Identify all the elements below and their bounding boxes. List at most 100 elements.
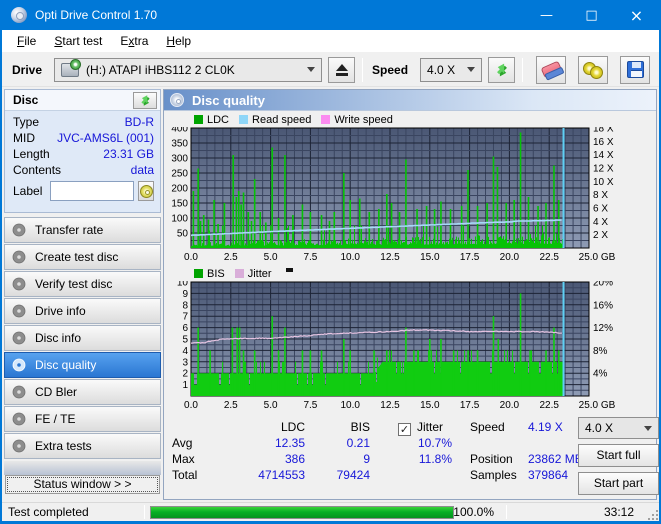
disc-label-input[interactable] xyxy=(50,181,135,201)
svg-text:5.0: 5.0 xyxy=(264,252,278,263)
disc-row-length: Length 23.31 GB xyxy=(13,146,154,162)
svg-text:1: 1 xyxy=(182,380,188,391)
menu-bar: File Start test Extra Help xyxy=(2,30,659,53)
speed-label: Speed xyxy=(372,62,409,77)
sidebar-item-drive-info[interactable]: Drive info xyxy=(4,298,161,324)
disc-row-contents: Contents data xyxy=(13,162,154,178)
svg-text:10.0: 10.0 xyxy=(340,252,360,263)
label-field-label: Label xyxy=(13,184,43,198)
svg-text:22.5: 22.5 xyxy=(539,252,559,263)
jitter-header: ✓ Jitter xyxy=(398,420,443,436)
sidebar-item-label: Create test disc xyxy=(35,250,119,264)
sidebar-item-label: CD Bler xyxy=(35,385,78,399)
jitter-checkbox[interactable]: ✓ xyxy=(398,423,411,436)
svg-text:300: 300 xyxy=(171,154,188,165)
panel-header: Disc quality xyxy=(164,90,656,111)
svg-text:4: 4 xyxy=(182,346,188,357)
stat-jitter-value: 10.7% xyxy=(417,436,452,450)
close-button[interactable]: × xyxy=(614,0,659,30)
sidebar-item-label: Disc quality xyxy=(35,358,97,372)
menu-item-file[interactable]: File xyxy=(8,31,45,51)
svg-text:20%: 20% xyxy=(593,281,613,289)
svg-text:8%: 8% xyxy=(593,346,608,357)
stat-bis-value: 79424 xyxy=(336,468,370,482)
save-button[interactable] xyxy=(620,55,651,84)
speed-select[interactable]: 4.0 X xyxy=(420,57,483,82)
toolbar: Drive (H:) ATAPI iHBS112 2 CL0K Speed 4.… xyxy=(2,53,659,87)
menu-item-start-test[interactable]: Start test xyxy=(45,31,111,51)
disc-row-mid: MID JVC-AMS6L (001) xyxy=(13,130,154,146)
menu-item-help[interactable]: Help xyxy=(157,31,200,51)
write-label-button[interactable] xyxy=(138,181,154,201)
disc-info-panel: Disc Type BD-R MID JVC-AMS6L (001) Length 23.… xyxy=(4,89,161,213)
drive-label: Drive xyxy=(12,62,43,77)
start-part-button[interactable]: Start part xyxy=(578,472,659,495)
drive-select[interactable]: (H:) ATAPI iHBS112 2 CL0K xyxy=(54,57,323,82)
disc-icon xyxy=(12,412,26,426)
stat-jitter-value: 11.8% xyxy=(418,452,452,466)
sidebar-item-disc-quality[interactable]: Disc quality xyxy=(4,352,161,378)
disc-row-value: 23.31 GB xyxy=(103,147,154,161)
sidebar: Disc Type BD-R MID JVC-AMS6L (001) Length 23.… xyxy=(2,87,162,502)
disc-row-label: MID xyxy=(13,131,35,145)
eject-icon xyxy=(335,63,348,76)
app-disc-icon xyxy=(11,7,27,23)
svg-text:6: 6 xyxy=(182,323,188,334)
statusbar-divider xyxy=(144,505,145,519)
disc-icon xyxy=(12,250,26,264)
sidebar-item-create-test-disc[interactable]: Create test disc xyxy=(4,244,161,270)
disc-row-label: Contents xyxy=(13,163,62,177)
ldc-legend-swatch xyxy=(194,115,203,124)
sidebar-item-fe-te[interactable]: FE / TE xyxy=(4,406,161,432)
refresh-button[interactable] xyxy=(488,56,516,83)
sidebar-spacer xyxy=(4,461,161,475)
svg-text:22.5: 22.5 xyxy=(539,400,559,411)
save-icon xyxy=(626,61,644,78)
chevron-down-icon xyxy=(644,425,652,431)
batch-test-button[interactable] xyxy=(578,55,609,84)
svg-text:7: 7 xyxy=(182,312,188,323)
disc-refresh-button[interactable] xyxy=(133,91,157,109)
statusbar-divider xyxy=(506,505,507,519)
progress-percent: 100.0% xyxy=(453,505,494,519)
info-value-speed: 4.19 X xyxy=(528,420,563,434)
elapsed-time: 33:12 xyxy=(603,505,634,519)
legend-label: Write speed xyxy=(334,113,393,126)
svg-text:10 X: 10 X xyxy=(593,177,614,188)
svg-text:7.5: 7.5 xyxy=(303,252,317,263)
resize-grip[interactable] xyxy=(646,508,658,520)
maximize-button[interactable]: □ xyxy=(569,0,614,30)
bis-jitter-chart: 10987654321 20% 16% 12% 8% 4% 0.0 2.5 5.0 7.5 10.0… xyxy=(177,281,616,411)
status-bar: Test completed 100.0% 33:12 xyxy=(2,502,659,521)
erase-disc-button[interactable] xyxy=(536,55,567,84)
svg-text:16%: 16% xyxy=(593,300,613,311)
sidebar-item-label: Disc info xyxy=(35,331,82,345)
drive-icon xyxy=(61,58,82,77)
bis-chart-legend: BIS Jitter xyxy=(194,266,656,281)
svg-text:5: 5 xyxy=(182,335,188,346)
minimize-button[interactable]: — xyxy=(524,0,569,30)
app-window: Opti Drive Control 1.70 — □ × File Start … xyxy=(0,0,661,524)
menu-item-extra[interactable]: Extra xyxy=(111,31,157,51)
sidebar-item-transfer-rate[interactable]: Transfer rate xyxy=(4,217,161,243)
results-panel: LDC BIS ✓ Jitter Avg 12.35 0.21 10.7% Max 386 9 11.… xyxy=(170,417,659,499)
sidebar-item-verify-test-disc[interactable]: Verify test disc xyxy=(4,271,161,297)
svg-text:50: 50 xyxy=(177,229,189,240)
jitter-label: Jitter xyxy=(417,420,444,434)
ldc-column-header: LDC xyxy=(280,420,305,434)
bis-legend-swatch xyxy=(194,269,203,278)
svg-text:8: 8 xyxy=(182,300,188,311)
status-window-button[interactable]: Status window > > xyxy=(5,475,160,494)
sidebar-item-extra-tests[interactable]: Extra tests xyxy=(4,433,161,459)
svg-text:12.5: 12.5 xyxy=(380,252,400,263)
ldc-speed-chart: 400 350 300 250 200 150 100 50 18 X 16 X 14 X 12 X 1… xyxy=(171,127,615,263)
svg-text:0.0: 0.0 xyxy=(184,252,198,263)
start-full-button[interactable]: Start full xyxy=(578,444,659,467)
sidebar-item-disc-info[interactable]: Disc info xyxy=(4,325,161,351)
svg-text:250: 250 xyxy=(171,169,188,180)
sidebar-item-cd-bler[interactable]: CD Bler xyxy=(4,379,161,405)
refresh-arrows-icon xyxy=(496,63,507,76)
eject-button[interactable] xyxy=(328,56,356,83)
sidebar-item-label: Transfer rate xyxy=(35,223,104,237)
quality-speed-select[interactable]: 4.0 X xyxy=(578,417,659,439)
